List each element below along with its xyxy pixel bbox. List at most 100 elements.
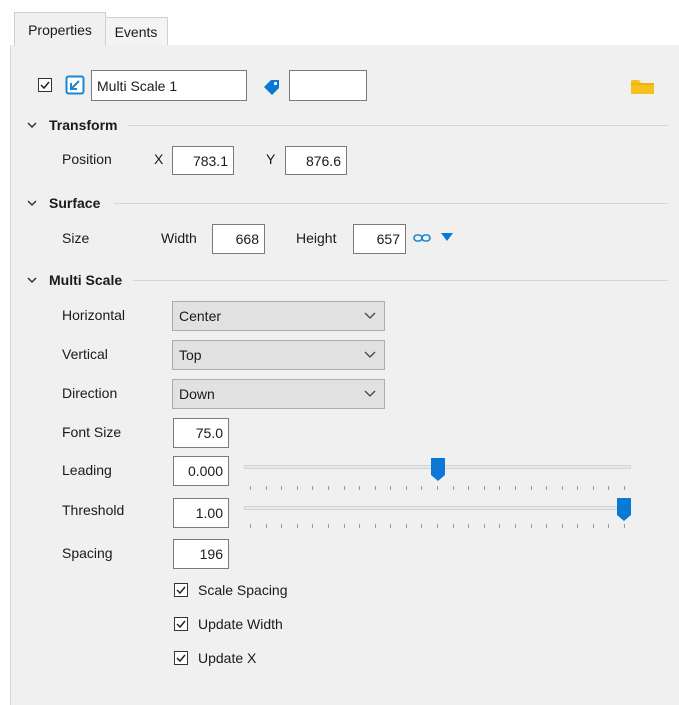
scale-spacing-checkbox[interactable] xyxy=(174,583,188,597)
slider-tick xyxy=(266,524,267,528)
slider-tick xyxy=(515,524,516,528)
slider-tick xyxy=(531,486,532,490)
vertical-label: Vertical xyxy=(62,346,108,362)
position-x-field[interactable]: 783.1 xyxy=(172,146,234,175)
direction-select[interactable]: Down xyxy=(172,379,385,409)
section-title-surface: Surface xyxy=(49,195,101,211)
slider-tick xyxy=(328,524,329,528)
slider-tick xyxy=(499,524,500,528)
vertical-select-value: Top xyxy=(179,347,202,363)
leading-label: Leading xyxy=(62,462,112,478)
slider-tick xyxy=(515,486,516,490)
slider-tick xyxy=(562,486,563,490)
slider-tick xyxy=(421,486,422,490)
slider-tick xyxy=(484,486,485,490)
spacing-value: 196 xyxy=(199,546,223,562)
tag-field[interactable] xyxy=(289,70,367,101)
tab-properties-label: Properties xyxy=(28,21,92,38)
slider-tick xyxy=(406,486,407,490)
slider-tick xyxy=(266,486,267,490)
leading-field[interactable]: 0.000 xyxy=(173,456,229,486)
y-label: Y xyxy=(266,151,276,167)
slider-tick xyxy=(375,524,376,528)
threshold-slider-ticks xyxy=(250,524,625,528)
font-size-value: 75.0 xyxy=(195,425,223,441)
chevron-down-icon xyxy=(364,351,376,358)
horizontal-select-value: Center xyxy=(179,308,222,324)
folder-icon[interactable] xyxy=(631,79,654,95)
slider-tick xyxy=(624,486,625,490)
slider-tick xyxy=(281,486,282,490)
slider-tick xyxy=(297,524,298,528)
threshold-field[interactable]: 1.00 xyxy=(173,498,229,528)
slider-tick xyxy=(312,524,313,528)
vertical-select[interactable]: Top xyxy=(172,340,385,370)
link-icon[interactable] xyxy=(65,75,85,95)
name-field[interactable]: Multi Scale 1 xyxy=(91,70,247,101)
slider-tick xyxy=(250,524,251,528)
width-field[interactable]: 668 xyxy=(212,224,265,254)
height-value: 657 xyxy=(376,231,400,247)
slider-tick xyxy=(546,486,547,490)
divider xyxy=(114,203,668,204)
chevron-down-icon[interactable] xyxy=(27,276,37,284)
height-field[interactable]: 657 xyxy=(353,224,406,254)
slider-tick xyxy=(624,524,625,528)
tab-properties[interactable]: Properties xyxy=(14,12,106,46)
slider-tick xyxy=(437,524,438,528)
slider-tick xyxy=(328,486,329,490)
slider-tick xyxy=(375,486,376,490)
slider-tick xyxy=(453,486,454,490)
threshold-value: 1.00 xyxy=(195,505,223,521)
slider-tick xyxy=(250,486,251,490)
size-label: Size xyxy=(62,230,90,246)
chevron-down-icon xyxy=(364,390,376,397)
slider-tick xyxy=(390,486,391,490)
update-width-checkbox[interactable] xyxy=(174,617,188,631)
spacing-field[interactable]: 196 xyxy=(173,539,229,569)
tab-events-label: Events xyxy=(114,24,158,40)
slider-tick xyxy=(608,524,609,528)
slider-tick xyxy=(297,486,298,490)
enabled-checkbox[interactable] xyxy=(38,78,52,92)
slider-tick xyxy=(421,524,422,528)
slider-tick xyxy=(468,524,469,528)
slider-tick xyxy=(562,524,563,528)
section-title-multi-scale: Multi Scale xyxy=(49,272,123,288)
chevron-down-icon[interactable] xyxy=(27,121,37,129)
slider-tick xyxy=(577,486,578,490)
width-label: Width xyxy=(161,230,197,246)
slider-tick xyxy=(468,486,469,490)
position-label: Position xyxy=(62,151,112,167)
slider-tick xyxy=(608,486,609,490)
update-x-checkbox[interactable] xyxy=(174,651,188,665)
height-label: Height xyxy=(296,230,337,246)
threshold-slider-track[interactable] xyxy=(244,506,631,510)
tab-events[interactable]: Events xyxy=(105,17,168,46)
leading-slider-thumb[interactable] xyxy=(431,458,445,482)
slider-tick xyxy=(390,524,391,528)
position-x-value: 783.1 xyxy=(192,152,228,169)
slider-tick xyxy=(437,486,438,490)
font-size-field[interactable]: 75.0 xyxy=(173,418,229,448)
properties-panel xyxy=(10,45,679,705)
leading-value: 0.000 xyxy=(187,463,223,479)
slider-tick xyxy=(546,524,547,528)
chain-link-icon[interactable] xyxy=(413,233,431,243)
slider-tick xyxy=(593,486,594,490)
position-y-field[interactable]: 876.6 xyxy=(285,146,347,175)
threshold-slider-thumb[interactable] xyxy=(617,498,631,522)
slider-tick xyxy=(499,486,500,490)
slider-tick xyxy=(406,524,407,528)
chevron-down-icon[interactable] xyxy=(27,199,37,207)
update-width-label: Update Width xyxy=(198,616,283,632)
slider-tick xyxy=(453,524,454,528)
slider-tick xyxy=(312,486,313,490)
threshold-label: Threshold xyxy=(62,502,125,518)
horizontal-select[interactable]: Center xyxy=(172,301,385,331)
section-title-transform: Transform xyxy=(49,117,118,133)
dropdown-triangle-icon[interactable] xyxy=(440,232,454,242)
name-field-value: Multi Scale 1 xyxy=(97,77,178,94)
width-value: 668 xyxy=(235,231,259,247)
slider-tick xyxy=(344,486,345,490)
